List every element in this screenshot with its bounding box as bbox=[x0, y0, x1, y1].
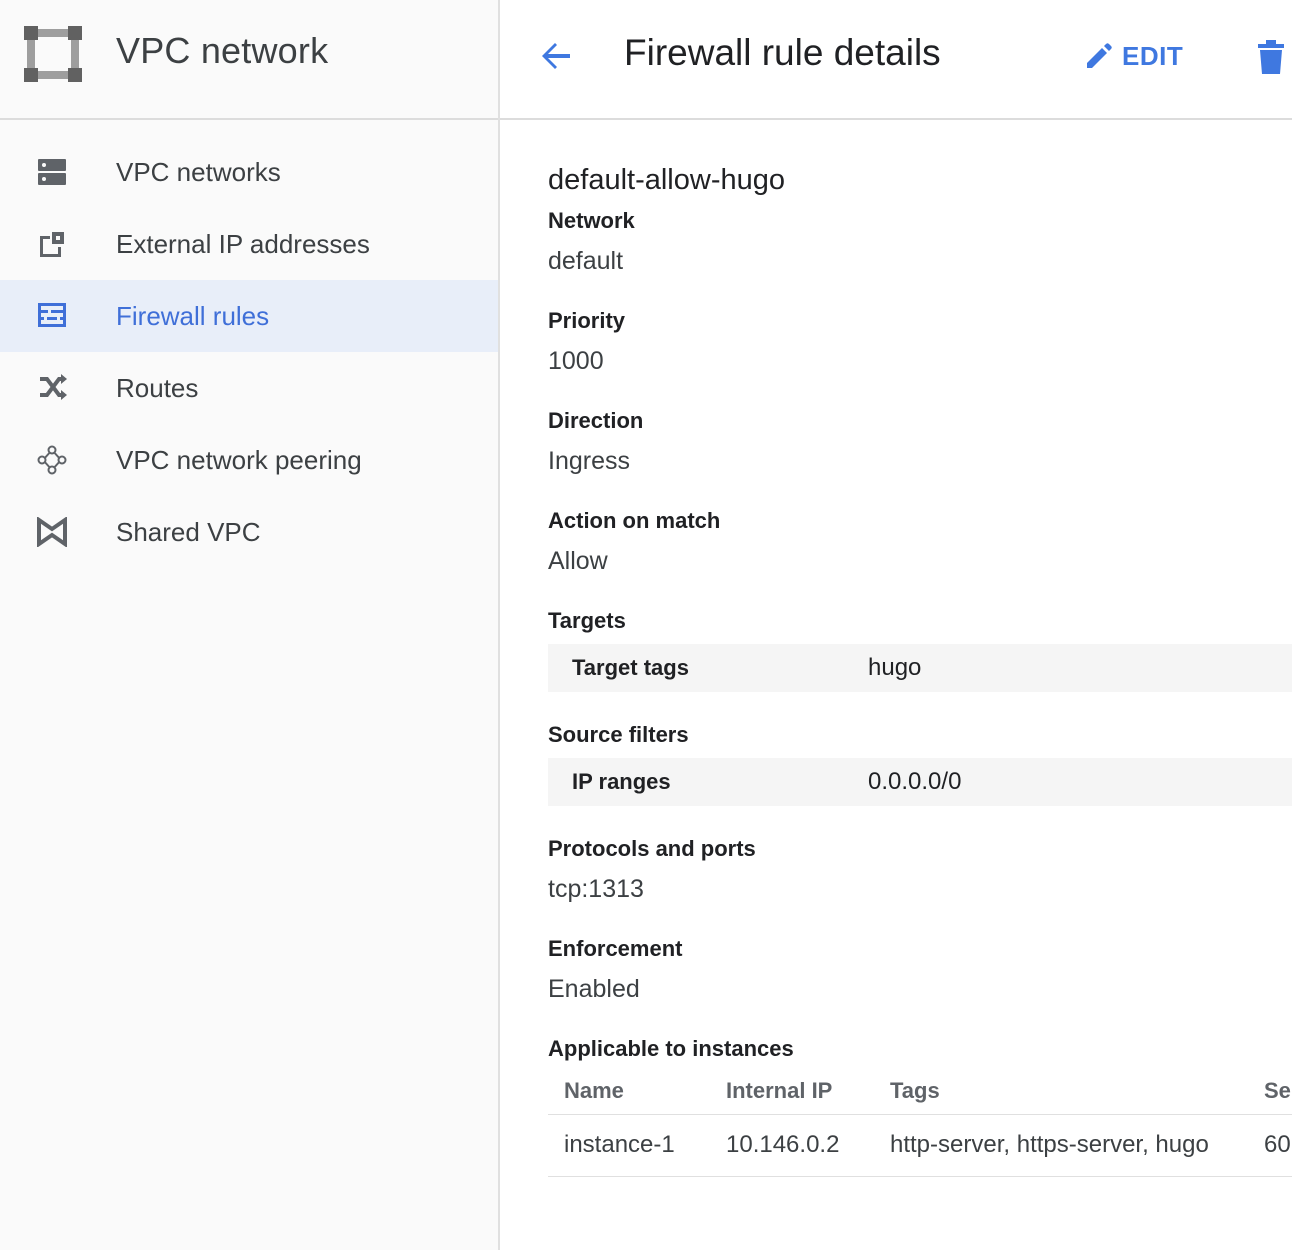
external-ip-icon bbox=[36, 228, 68, 260]
field-priority: Priority 1000 bbox=[548, 306, 1292, 386]
field-value: Enabled bbox=[548, 975, 640, 1003]
sidebar-item-label: Routes bbox=[116, 372, 199, 403]
shared-vpc-icon bbox=[36, 516, 68, 548]
firewall-icon bbox=[36, 300, 68, 332]
column-header-truncated[interactable]: Se bbox=[1248, 1068, 1292, 1115]
target-tags-row: Target tags hugo bbox=[548, 644, 1292, 692]
column-header-tags[interactable]: Tags bbox=[874, 1068, 1248, 1115]
sidebar-item-routes[interactable]: Routes bbox=[0, 352, 498, 424]
sidebar: VPC network VPC networks External IP add… bbox=[0, 0, 500, 1250]
vpc-networks-icon bbox=[36, 156, 68, 188]
sidebar-item-vpc-networks[interactable]: VPC networks bbox=[0, 136, 498, 208]
field-label: Direction bbox=[548, 408, 644, 433]
field-enforcement: Enforcement Enabled bbox=[548, 934, 1292, 1014]
rule-details: default-allow-hugo Network default Prior… bbox=[548, 158, 1292, 1197]
field-value: Allow bbox=[548, 547, 608, 575]
instance-name-link[interactable]: instance-1 bbox=[548, 1114, 710, 1177]
field-direction: Direction Ingress bbox=[548, 406, 1292, 486]
instance-tags: http-server, https-server, hugo bbox=[874, 1114, 1248, 1177]
rule-name: default-allow-hugo bbox=[548, 164, 785, 196]
instances-table: Name Internal IP Tags Se instance-1 10.1… bbox=[548, 1068, 1292, 1177]
edit-label: EDIT bbox=[1122, 40, 1184, 71]
column-header-name[interactable]: Name bbox=[548, 1068, 710, 1115]
sidebar-item-shared-vpc[interactable]: Shared VPC bbox=[0, 496, 498, 568]
instance-truncated-value: 60 bbox=[1248, 1114, 1292, 1177]
product-title: VPC network bbox=[116, 30, 329, 71]
kv-key: Target tags bbox=[572, 655, 689, 680]
sidebar-item-label: Firewall rules bbox=[116, 300, 270, 331]
field-network: Network default bbox=[548, 206, 1292, 286]
kv-value: 0.0.0.0/0 bbox=[868, 768, 962, 795]
sidebar-header: VPC network bbox=[0, 0, 498, 120]
field-instances: Applicable to instances Name Internal IP… bbox=[548, 1034, 1292, 1177]
sidebar-item-label: Shared VPC bbox=[116, 516, 261, 547]
field-label: Source filters bbox=[548, 722, 689, 747]
field-targets: Targets Target tags hugo bbox=[548, 606, 1292, 692]
field-value: 1000 bbox=[548, 347, 604, 375]
routes-icon bbox=[36, 372, 68, 404]
edit-button[interactable]: EDIT bbox=[1084, 36, 1183, 76]
field-source-filters: Source filters IP ranges 0.0.0.0/0 bbox=[548, 720, 1292, 806]
field-value: tcp:1313 bbox=[548, 875, 644, 903]
field-protocols: Protocols and ports tcp:1313 bbox=[548, 834, 1292, 914]
sidebar-nav: VPC networks External IP addresses Firew… bbox=[0, 136, 498, 568]
sidebar-item-label: VPC network peering bbox=[116, 444, 362, 475]
ip-ranges-row: IP ranges 0.0.0.0/0 bbox=[548, 758, 1292, 806]
field-label: Applicable to instances bbox=[548, 1036, 794, 1061]
field-label: Action on match bbox=[548, 508, 721, 533]
sidebar-item-label: VPC networks bbox=[116, 156, 281, 187]
instance-internal-ip: 10.146.0.2 bbox=[710, 1114, 874, 1177]
column-header-internal-ip[interactable]: Internal IP bbox=[710, 1068, 874, 1115]
sidebar-item-vpc-peering[interactable]: VPC network peering bbox=[0, 424, 498, 496]
field-label: Enforcement bbox=[548, 936, 683, 961]
peering-icon bbox=[36, 444, 68, 476]
kv-key: IP ranges bbox=[572, 769, 671, 794]
sidebar-item-label: External IP addresses bbox=[116, 228, 370, 259]
field-label: Priority bbox=[548, 308, 626, 333]
field-label: Targets bbox=[548, 608, 626, 633]
sidebar-item-firewall-rules[interactable]: Firewall rules bbox=[0, 280, 498, 352]
table-row: instance-1 10.146.0.2 http-server, https… bbox=[548, 1114, 1292, 1177]
page-title: Firewall rule details bbox=[624, 32, 941, 73]
sidebar-item-external-ip[interactable]: External IP addresses bbox=[0, 208, 498, 280]
table-header-row: Name Internal IP Tags Se bbox=[548, 1068, 1292, 1115]
kv-value: hugo bbox=[868, 654, 922, 681]
main-panel: Firewall rule details EDIT default-allow… bbox=[500, 0, 1292, 1250]
main-header: Firewall rule details EDIT bbox=[500, 0, 1292, 120]
pencil-icon bbox=[1087, 43, 1112, 68]
field-value: Ingress bbox=[548, 447, 630, 475]
field-value: default bbox=[548, 247, 624, 275]
field-action: Action on match Allow bbox=[548, 506, 1292, 586]
trash-icon[interactable] bbox=[1256, 40, 1286, 74]
field-label: Protocols and ports bbox=[548, 836, 756, 861]
vpc-network-logo-icon bbox=[24, 26, 82, 82]
back-arrow-icon[interactable] bbox=[536, 36, 576, 76]
field-label: Network bbox=[548, 208, 635, 233]
